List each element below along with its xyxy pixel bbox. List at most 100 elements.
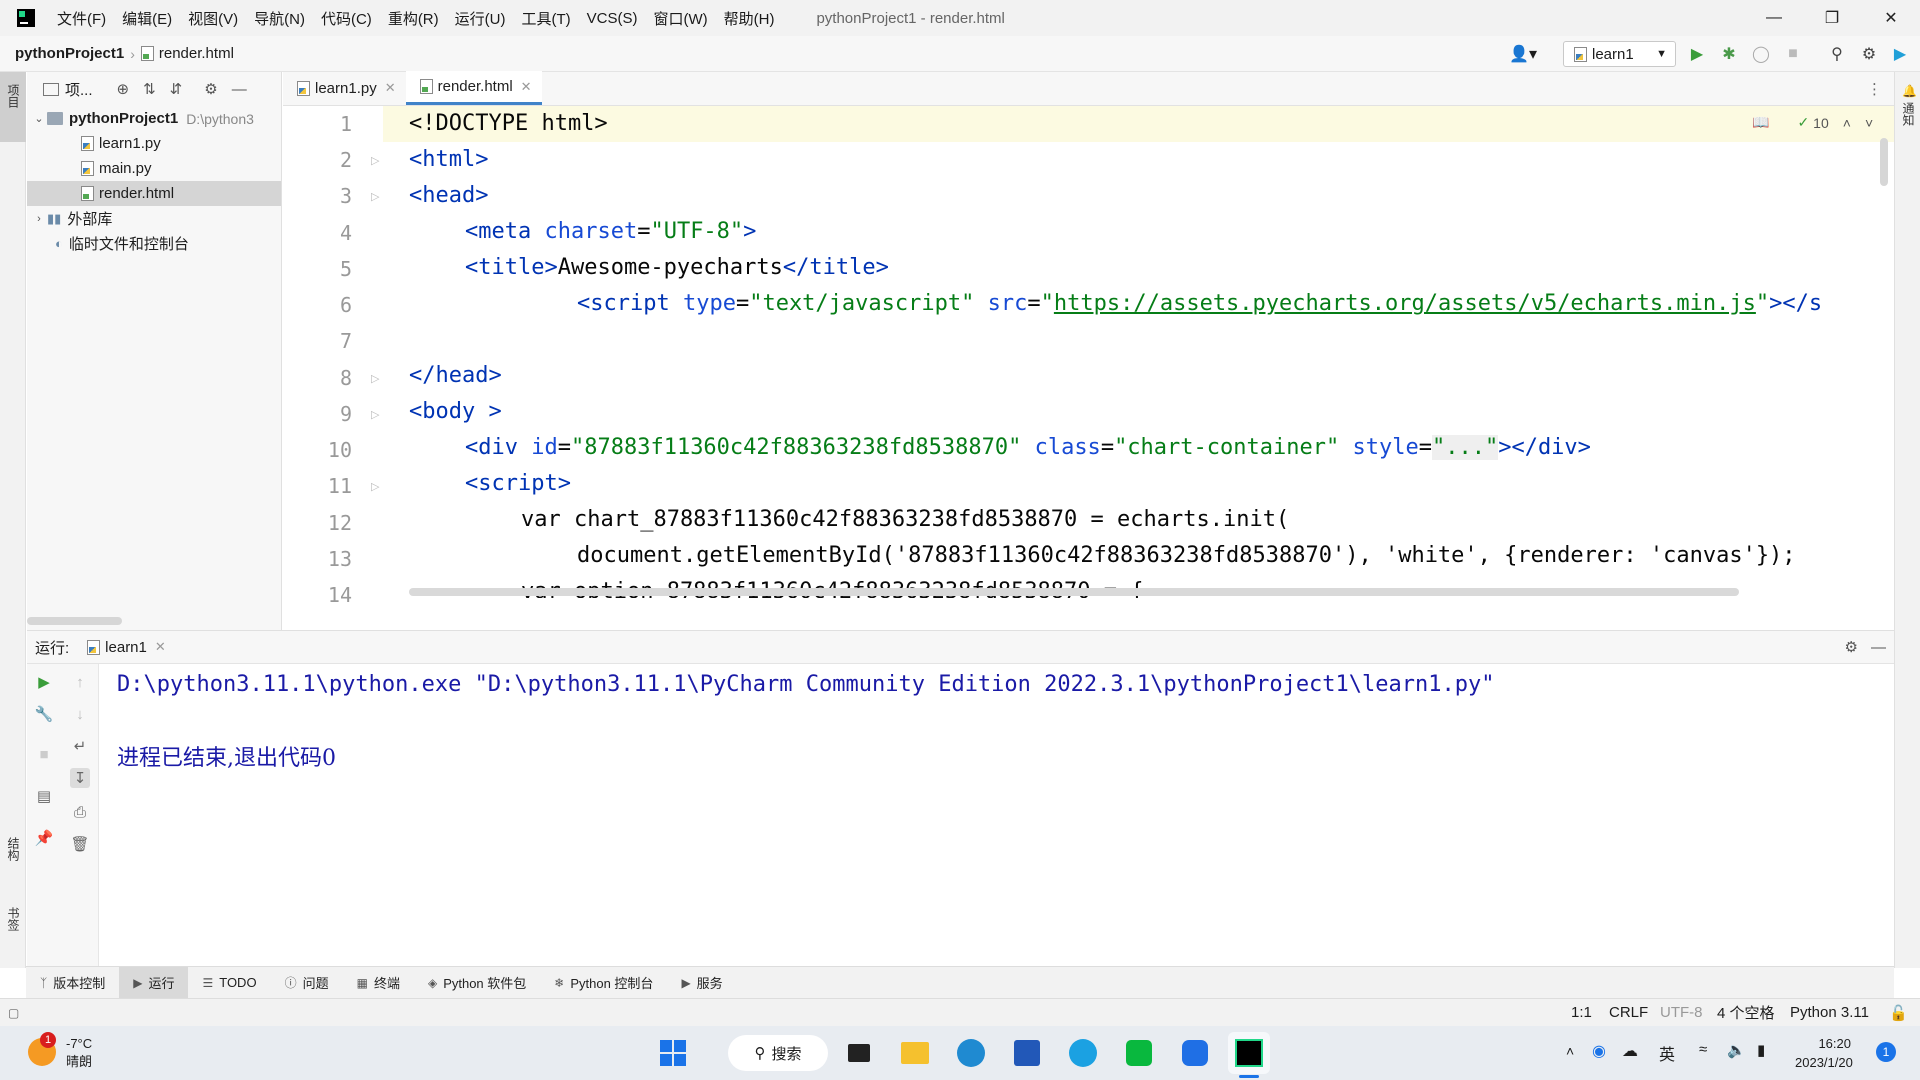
user-account-icon[interactable]: 👤▾ (1508, 44, 1538, 64)
search-icon[interactable]: ⚲ (1827, 44, 1847, 64)
task-view-icon[interactable] (840, 1034, 878, 1072)
arrow-down-icon[interactable]: ↓ (70, 704, 90, 724)
coverage-icon[interactable]: ◯ (1751, 44, 1771, 64)
panel-hscrollbar[interactable] (27, 617, 122, 625)
minimize-button[interactable]: — (1745, 0, 1803, 36)
run-configuration-select[interactable]: learn1 ▼ (1563, 41, 1676, 67)
editor-vscrollbar[interactable] (1880, 138, 1888, 186)
check-icon[interactable]: ✓ (1797, 114, 1809, 131)
menu-tools[interactable]: 工具(T) (513, 8, 578, 29)
pycharm-logo-icon[interactable] (17, 9, 35, 27)
menu-vcs[interactable]: VCS(S) (579, 10, 646, 27)
tree-file-main[interactable]: main.py (27, 156, 281, 181)
menu-window[interactable]: 窗口(W) (645, 8, 715, 29)
expand-all-icon[interactable]: ⇅ (143, 80, 156, 98)
project-view-select[interactable]: 项... (65, 79, 93, 100)
microsoft-store-icon[interactable] (1008, 1034, 1046, 1072)
settings-gear-icon[interactable]: ⚙ (1859, 44, 1879, 64)
pin-icon[interactable]: 📌 (34, 828, 54, 848)
menu-run[interactable]: 运行(U) (447, 8, 514, 29)
fold-icon[interactable]: ▷ (371, 372, 379, 385)
tab-learn1[interactable]: learn1.py ✕ (283, 71, 406, 105)
locate-icon[interactable]: ⊕ (117, 80, 130, 98)
chevron-down-icon[interactable]: ⌄ (31, 112, 47, 125)
close-tab-icon[interactable]: ✕ (385, 80, 396, 96)
menu-help[interactable]: 帮助(H) (716, 8, 783, 29)
inspection-count[interactable]: 10 (1813, 115, 1829, 131)
indent-setting[interactable]: 4 个空格 (1717, 1002, 1775, 1023)
fold-icon[interactable]: ▷ (371, 190, 379, 203)
clock[interactable]: 16:20 2023/1/20 (1795, 1034, 1853, 1072)
run-console[interactable]: D:\python3.11.1\python.exe "D:\python3.1… (100, 664, 1894, 966)
python-interpreter[interactable]: Python 3.11 (1790, 1004, 1869, 1021)
tool-tab-python-console[interactable]: ❄ Python 控制台 (540, 967, 667, 999)
tray-chevron-up-icon[interactable]: ˄ (1566, 1043, 1574, 1059)
menu-view[interactable]: 视图(V) (180, 8, 246, 29)
tree-external-libraries[interactable]: › ▮▮ 外部库 (27, 206, 281, 231)
file-explorer-icon[interactable] (896, 1034, 934, 1072)
layout-icon[interactable]: ▤ (34, 786, 54, 806)
fold-icon[interactable]: ▷ (371, 154, 379, 167)
tab-options-icon[interactable]: ⋮ (1867, 80, 1882, 98)
editor-hscrollbar[interactable] (409, 588, 1739, 596)
script-url-link[interactable]: https://assets.pyecharts.org/assets/v5/e… (1054, 291, 1756, 316)
dingtalk-icon[interactable] (1176, 1034, 1214, 1072)
code-editor[interactable]: <!DOCTYPE html> <html> <head> <meta char… (383, 106, 1894, 598)
run-tab-learn1[interactable]: learn1 ✕ (87, 639, 166, 656)
tree-file-learn1[interactable]: learn1.py (27, 131, 281, 156)
run-settings-icon[interactable]: ⚙ (1845, 638, 1858, 656)
tool-tab-services[interactable]: ▶ 服务 (667, 967, 736, 999)
notifications-label[interactable]: 通知 (1900, 102, 1917, 126)
fold-icon[interactable]: ▷ (371, 408, 379, 421)
fold-icon[interactable]: ▷ (371, 480, 379, 493)
reader-mode-icon[interactable]: 📖 (1752, 114, 1769, 131)
rerun-icon[interactable]: ▶ (34, 672, 54, 692)
stop-icon[interactable]: ■ (34, 744, 54, 764)
line-separator[interactable]: CRLF (1609, 1004, 1648, 1021)
volume-icon[interactable]: 🔈 (1727, 1041, 1746, 1059)
notification-count-badge[interactable]: 1 (1876, 1042, 1896, 1062)
arrow-up-icon[interactable]: ↑ (70, 672, 90, 692)
tool-tab-vcs[interactable]: ᛉ 版本控制 (26, 967, 119, 999)
hide-panel-icon[interactable]: — (232, 81, 247, 98)
tree-file-render[interactable]: render.html (27, 181, 281, 206)
project-tool-button[interactable]: 项目 (0, 72, 26, 142)
tool-tab-todo[interactable]: ☰ TODO (188, 967, 270, 999)
chevron-right-icon[interactable]: › (31, 213, 47, 225)
tab-render[interactable]: render.html ✕ (405, 71, 542, 105)
menu-code[interactable]: 代码(C) (313, 8, 380, 29)
chevron-down-icon[interactable]: ˅ (1865, 115, 1873, 131)
close-tab-icon[interactable]: ✕ (521, 79, 532, 95)
tool-tab-run[interactable]: ▶ 运行 (119, 966, 189, 999)
wrench-icon[interactable]: 🔧 (34, 704, 54, 724)
onedrive-icon[interactable]: ☁ (1622, 1041, 1638, 1061)
panel-settings-icon[interactable]: ⚙ (204, 80, 217, 98)
close-tab-icon[interactable]: ✕ (155, 639, 166, 655)
tree-scratches[interactable]: ◐ 临时文件和控制台 (27, 231, 281, 256)
scroll-to-end-icon[interactable]: ↧ (70, 768, 90, 788)
run-icon[interactable]: ▶ (1687, 44, 1707, 64)
menu-file[interactable]: 文件(F) (49, 8, 114, 29)
wifi-icon[interactable]: ≈ (1699, 1041, 1707, 1058)
lock-icon[interactable]: 🔓 (1889, 1004, 1908, 1022)
bookmarks-tool-label[interactable]: 书签 (5, 907, 22, 931)
toggle-tool-windows-icon[interactable]: ▢ (8, 1006, 19, 1020)
tool-tab-python-packages[interactable]: ◈ Python 软件包 (414, 967, 540, 999)
breadcrumb-project[interactable]: pythonProject1 (15, 45, 124, 62)
hide-run-panel-icon[interactable]: — (1871, 639, 1886, 656)
structure-tool-label[interactable]: 结构 (5, 837, 22, 861)
chevron-up-icon[interactable]: ˄ (1843, 115, 1851, 131)
file-encoding[interactable]: UTF-8 (1660, 1004, 1703, 1021)
tray-app-icon[interactable]: ◉ (1592, 1041, 1606, 1061)
bell-icon[interactable]: 🔔 (1902, 84, 1917, 98)
wechat-icon[interactable] (1120, 1034, 1158, 1072)
pycharm-taskbar-icon[interactable] (1228, 1032, 1270, 1074)
caret-position[interactable]: 1:1 (1571, 1004, 1592, 1021)
edge-browser-icon[interactable] (952, 1034, 990, 1072)
ime-indicator[interactable]: 英 (1659, 1041, 1675, 1065)
collapse-all-icon[interactable]: ⇵ (170, 80, 183, 98)
weather-widget[interactable]: -7°C 晴朗 (66, 1035, 92, 1071)
restore-button[interactable]: ❐ (1803, 0, 1861, 36)
menu-edit[interactable]: 编辑(E) (114, 8, 180, 29)
trash-icon[interactable]: 🗑 (70, 834, 90, 854)
